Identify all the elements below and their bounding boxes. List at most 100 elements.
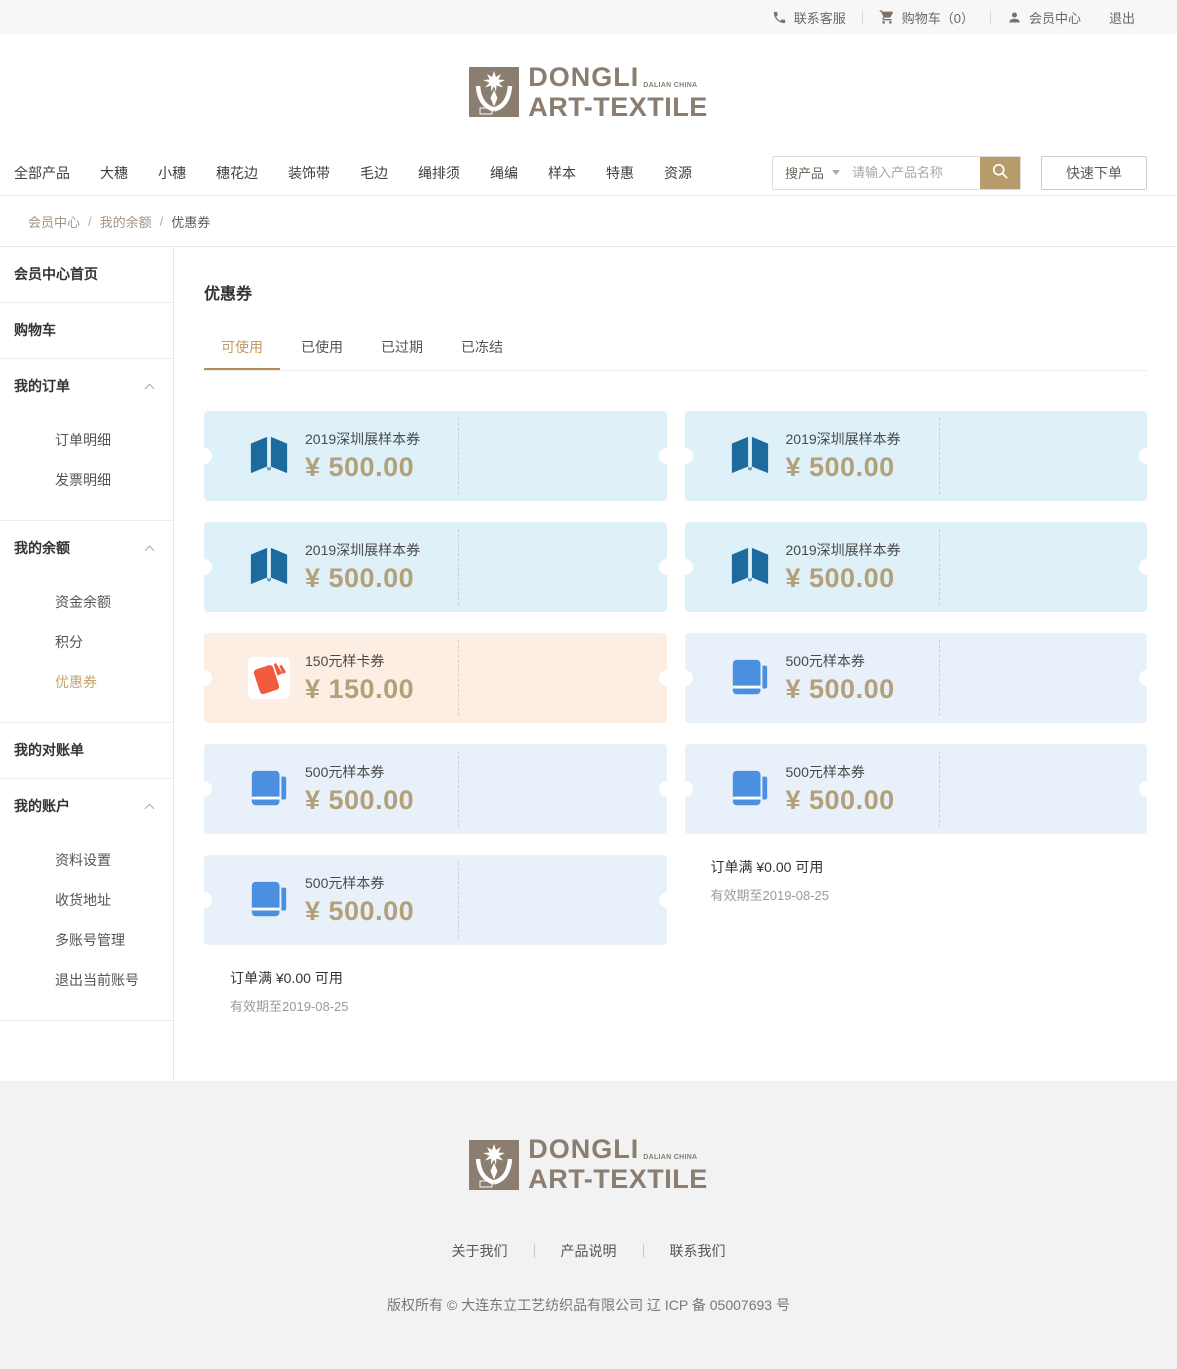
search-category-label: 搜产品 [785, 163, 824, 182]
coupon-title: 2019深圳展样本券 [786, 429, 901, 449]
coupon-notch [196, 448, 212, 464]
coupon-notch [1139, 448, 1155, 464]
site-footer: DONGLI DALIAN CHINA ART-TEXTILE 关于我们 产品说… [0, 1081, 1177, 1369]
nav-item-suihuabian[interactable]: 穗花边 [216, 163, 258, 183]
cart-link[interactable]: 购物车（0） [879, 8, 974, 27]
coupon-notch [659, 892, 675, 908]
logo-wordmark: DONGLI DALIAN CHINA ART-TEXTILE [528, 1136, 708, 1193]
logo-name: DONGLI [528, 1136, 639, 1163]
sidebar-item-points[interactable]: 积分 [0, 622, 173, 662]
sidebar-item-multi-account[interactable]: 多账号管理 [0, 920, 173, 960]
divider [643, 1244, 644, 1258]
content-wrapper: 会员中心首页 购物车 我的订单 订单明细 发票明细 我的余额 资金余额 积分 优… [0, 247, 1177, 1081]
coupon-card[interactable]: 2019深圳展样本券 ¥ 500.00 [204, 411, 667, 501]
tab-expired[interactable]: 已过期 [364, 328, 440, 370]
nav-item-xiaosui[interactable]: 小穗 [158, 163, 186, 183]
coupon-notch [677, 670, 693, 686]
sidebar-item-profile-settings[interactable]: 资料设置 [0, 840, 173, 880]
footer-link-about[interactable]: 关于我们 [452, 1241, 508, 1261]
sidebar-item-cart[interactable]: 购物车 [0, 303, 173, 358]
coupon-notch [677, 559, 693, 575]
coupon-card[interactable]: 500元样本券 ¥ 500.00 [685, 744, 1148, 834]
logo-tagline: DALIAN CHINA [643, 82, 697, 89]
sidebar-section-my-orders[interactable]: 我的订单 [0, 359, 173, 414]
chevron-up-icon [145, 804, 155, 814]
coupon-title: 500元样本券 [786, 651, 895, 671]
coupon-tabs: 可使用 已使用 已过期 已冻结 [204, 328, 1147, 371]
contact-service-link[interactable]: 联系客服 [772, 8, 846, 27]
phone-icon [772, 10, 787, 25]
sidebar-item-fund-balance[interactable]: 资金余额 [0, 582, 173, 622]
logo-subname: ART-TEXTILE [528, 94, 708, 121]
coupon-condition: 订单满 ¥0.00 可用 [230, 968, 667, 988]
nav-item-dasui[interactable]: 大穗 [100, 163, 128, 183]
sidebar-item-order-detail[interactable]: 订单明细 [0, 420, 173, 460]
nav-item-tehui[interactable]: 特惠 [606, 163, 634, 183]
breadcrumb-separator: / [88, 214, 92, 229]
sidebar-item-logout-account[interactable]: 退出当前账号 [0, 960, 173, 1000]
tab-frozen[interactable]: 已冻结 [444, 328, 520, 370]
site-logo[interactable]: DONGLI DALIAN CHINA ART-TEXTILE [469, 64, 708, 121]
coupon-notch [659, 781, 675, 797]
coupon-card[interactable]: 500元样本券 ¥ 500.00 [204, 855, 667, 945]
coupon-title: 500元样本券 [786, 762, 895, 782]
search-input[interactable] [852, 157, 980, 189]
coupon-card[interactable]: 500元样本券 ¥ 500.00 [685, 633, 1148, 723]
nav-item-maobian[interactable]: 毛边 [360, 163, 388, 183]
footer-link-product-info[interactable]: 产品说明 [561, 1241, 617, 1261]
main-nav: 全部产品 大穗 小穗 穗花边 装饰带 毛边 绳排须 绳编 样本 特惠 资源 搜产… [0, 150, 1177, 196]
coupon-card[interactable]: 2019深圳展样本券 ¥ 500.00 [685, 411, 1148, 501]
member-center-link[interactable]: 会员中心 [1007, 8, 1081, 27]
coupon-expiry: 有效期至2019-08-25 [230, 996, 667, 1015]
breadcrumb: 会员中心 / 我的余额 / 优惠券 [0, 196, 1177, 247]
breadcrumb-member-center[interactable]: 会员中心 [28, 212, 80, 231]
search-button[interactable] [980, 157, 1020, 189]
breadcrumb-my-balance[interactable]: 我的余额 [100, 212, 152, 231]
nav-item-zhuangshidai[interactable]: 装饰带 [288, 163, 330, 183]
breadcrumb-current: 优惠券 [171, 212, 210, 231]
nav-item-shengpaixu[interactable]: 绳排须 [418, 163, 460, 183]
coupon-column-right: 2019深圳展样本券 ¥ 500.00 2019深圳展样本券 ¥ 500.00 [685, 411, 1148, 1015]
breadcrumb-separator: / [160, 214, 164, 229]
logo-emblem-icon [469, 67, 519, 117]
nav-item-yangben[interactable]: 样本 [548, 163, 576, 183]
coupon-notch [1139, 670, 1155, 686]
coupon-card[interactable]: 500元样本券 ¥ 500.00 [204, 744, 667, 834]
coupon-grid: 2019深圳展样本券 ¥ 500.00 2019深圳展样本券 ¥ 500.00 [204, 411, 1147, 1015]
sidebar-section-my-balance[interactable]: 我的余额 [0, 521, 173, 576]
coupon-card[interactable]: 2019深圳展样本券 ¥ 500.00 [685, 522, 1148, 612]
nav-item-shengbian[interactable]: 绳编 [490, 163, 518, 183]
sidebar-item-member-home[interactable]: 会员中心首页 [0, 247, 173, 302]
coupon-main: 优惠券 可使用 已使用 已过期 已冻结 2019深圳展样本券 ¥ 500.00 [174, 247, 1177, 1081]
sidebar-section-my-account[interactable]: 我的账户 [0, 779, 173, 834]
divider [990, 11, 991, 24]
nav-item-ziyuan[interactable]: 资源 [664, 163, 692, 183]
coupon-card[interactable]: 150元样卡券 ¥ 150.00 [204, 633, 667, 723]
open-book-icon [729, 546, 771, 588]
coupon-condition: 订单满 ¥0.00 可用 [711, 857, 1148, 877]
coupon-title: 2019深圳展样本券 [305, 540, 420, 560]
nav-item-all-products[interactable]: 全部产品 [14, 163, 70, 183]
copyright-text: 版权所有 © 大连东立工艺纺织品有限公司 辽 ICP 备 05007693 号 [0, 1295, 1177, 1315]
sidebar-item-shipping-address[interactable]: 收货地址 [0, 880, 173, 920]
coupon-price: ¥ 500.00 [786, 563, 901, 594]
sidebar-item-invoice-detail[interactable]: 发票明细 [0, 460, 173, 500]
logout-link[interactable]: 退出 [1109, 8, 1135, 27]
sidebar-item-coupons[interactable]: 优惠券 [0, 662, 173, 702]
search-category-select[interactable]: 搜产品 [773, 157, 852, 189]
logo-subname: ART-TEXTILE [528, 1166, 708, 1193]
coupon-card[interactable]: 2019深圳展样本券 ¥ 500.00 [204, 522, 667, 612]
top-utility-bar: 联系客服 购物车（0） 会员中心 退出 [0, 0, 1177, 34]
footer-logo[interactable]: DONGLI DALIAN CHINA ART-TEXTILE [0, 1136, 1177, 1193]
open-book-icon [248, 546, 290, 588]
coupon-notch [196, 670, 212, 686]
sidebar-item-statement[interactable]: 我的对账单 [0, 723, 173, 778]
chevron-up-icon [145, 384, 155, 394]
tab-used[interactable]: 已使用 [284, 328, 360, 370]
red-cards-icon [248, 657, 290, 699]
coupon-notch [196, 781, 212, 797]
chevron-up-icon [145, 546, 155, 556]
footer-link-contact[interactable]: 联系我们 [670, 1241, 726, 1261]
tab-usable[interactable]: 可使用 [204, 328, 280, 370]
quick-order-button[interactable]: 快速下单 [1041, 156, 1147, 190]
